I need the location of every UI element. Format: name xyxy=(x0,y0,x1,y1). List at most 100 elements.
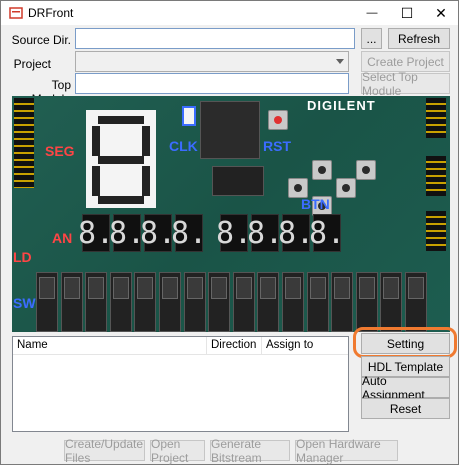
switch-knob xyxy=(88,277,105,299)
switch-knob xyxy=(186,277,203,299)
title-bar: DRFront — ☐ ✕ xyxy=(1,1,458,25)
memory-chip xyxy=(212,166,264,196)
board-switch xyxy=(232,272,255,332)
board-switch xyxy=(134,272,157,332)
sw-label: SW xyxy=(13,295,36,311)
column-assign-to[interactable]: Assign to xyxy=(266,339,313,351)
board-switch xyxy=(60,272,83,332)
minimize-icon: — xyxy=(366,7,378,19)
seven-segment-digit: 8. xyxy=(170,214,208,252)
board-switch xyxy=(159,272,181,332)
header-pins-right-low xyxy=(426,211,446,251)
switch-knob xyxy=(112,277,129,299)
board-switch xyxy=(208,272,231,332)
segment-c xyxy=(142,166,150,196)
source-dir-input[interactable] xyxy=(75,28,355,49)
switch-knob xyxy=(309,277,326,299)
app-window: DRFront — ☐ ✕ Source Dir. ... Refresh Pr… xyxy=(0,0,459,465)
seven-segment-digit: 8. xyxy=(77,214,115,252)
btn-right xyxy=(336,178,356,198)
board-switch xyxy=(36,272,58,332)
open-hardware-manager-button[interactable]: Open Hardware Manager xyxy=(295,437,398,465)
switch-knob xyxy=(383,277,400,299)
board-switch xyxy=(85,272,108,332)
switch-knob xyxy=(408,277,424,299)
switch-knob xyxy=(358,277,375,299)
project-label: Project xyxy=(13,57,51,71)
clk-label: CLK xyxy=(169,138,198,154)
switch-knob xyxy=(211,277,228,299)
segment-f xyxy=(92,126,100,156)
segment-e xyxy=(92,166,100,196)
auto-assignment-button[interactable]: Auto Assignment xyxy=(361,374,450,402)
board-switch xyxy=(282,272,304,332)
setting-highlight-marker xyxy=(353,327,457,358)
seven-segment-digit: 8. xyxy=(215,214,253,252)
seven-segment-digit: 8. xyxy=(277,214,315,252)
open-project-button[interactable]: Open Project xyxy=(150,437,205,465)
seven-segment-digit: 8. xyxy=(308,214,346,252)
seven-segment-illustration xyxy=(86,110,156,208)
switch-knob xyxy=(334,277,351,299)
btn-left xyxy=(288,178,308,198)
header-pins-left xyxy=(14,98,34,188)
board-switch xyxy=(331,272,354,332)
board-switch xyxy=(380,272,403,332)
seg-label: SEG xyxy=(45,143,75,159)
btn-center xyxy=(356,160,376,180)
segment-b xyxy=(142,126,150,156)
project-dropdown[interactable] xyxy=(75,51,349,72)
source-dir-label: Source Dir. xyxy=(11,33,71,47)
column-direction[interactable]: Direction xyxy=(211,339,256,351)
refresh-button[interactable]: Refresh xyxy=(388,28,450,49)
column-divider xyxy=(206,337,207,355)
btn-up xyxy=(312,160,332,180)
select-top-module-button[interactable]: Select Top Module xyxy=(361,70,450,98)
column-name[interactable]: Name xyxy=(17,339,48,351)
fpga-board-image: DIGILENT 8. 8. 8. 8. 8. 8. 8. 8. SEG CLK RST BT… xyxy=(12,96,450,332)
seven-segment-digit: 8. xyxy=(246,214,284,252)
board-brand: DIGILENT xyxy=(307,98,376,113)
close-button[interactable]: ✕ xyxy=(424,1,458,25)
segment-g xyxy=(98,156,144,164)
header-pins-right-mid xyxy=(426,156,446,196)
ld-label: LD xyxy=(13,249,32,265)
top-module-input[interactable] xyxy=(75,73,349,94)
switch-knob xyxy=(162,277,178,299)
fpga-chip xyxy=(200,101,260,159)
switch-knob xyxy=(39,277,55,299)
close-icon: ✕ xyxy=(435,4,447,21)
clock-icon xyxy=(182,106,196,126)
switch-knob xyxy=(285,277,301,299)
seven-segment-digit: 8. xyxy=(139,214,177,252)
switch-knob xyxy=(63,277,80,299)
app-icon xyxy=(9,7,23,19)
browse-button[interactable]: ... xyxy=(361,28,382,49)
board-switch xyxy=(257,272,280,332)
segment-d xyxy=(98,196,144,204)
switch-knob xyxy=(137,277,154,299)
btn-label: BTN xyxy=(301,196,330,212)
board-switch xyxy=(306,272,329,332)
board-switch xyxy=(109,272,132,332)
seven-segment-digit: 8. xyxy=(108,214,146,252)
chevron-down-icon xyxy=(336,59,344,64)
header-pins-right-top xyxy=(426,98,446,138)
minimize-button[interactable]: — xyxy=(355,1,389,25)
an-label: AN xyxy=(52,230,73,246)
switch-knob xyxy=(260,277,277,299)
list-header: Name Direction Assign to xyxy=(13,337,348,355)
board-switch xyxy=(355,272,378,332)
maximize-icon: ☐ xyxy=(400,4,414,21)
rst-label: RST xyxy=(263,138,291,154)
column-divider xyxy=(261,337,262,355)
window-title: DRFront xyxy=(28,6,74,20)
reset-button[interactable]: Reset xyxy=(361,398,450,419)
segment-a xyxy=(98,116,144,124)
create-update-files-button[interactable]: Create/Update Files xyxy=(64,437,145,465)
pin-assignment-list[interactable]: Name Direction Assign to xyxy=(12,336,349,432)
maximize-button[interactable]: ☐ xyxy=(390,1,424,25)
rst-push-button xyxy=(268,110,288,130)
generate-bitstream-button[interactable]: Generate Bitstream xyxy=(210,437,290,465)
board-switch xyxy=(183,272,206,332)
